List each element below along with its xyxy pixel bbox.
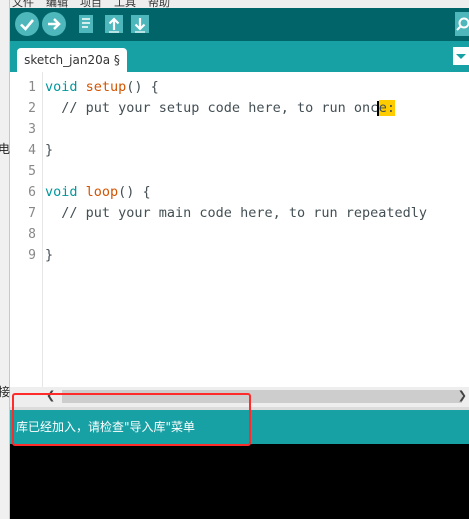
side-text-1: 电 (0, 142, 11, 156)
serial-monitor-button[interactable] (455, 12, 469, 36)
arrow-up-icon (105, 15, 123, 33)
line-number: 9 (28, 248, 36, 263)
arrow-down-icon (131, 15, 149, 33)
tab-sketch[interactable]: sketch_jan20a § (17, 48, 127, 72)
menubar: 文件 编辑 项目 工具 帮助 (10, 0, 469, 8)
code-editor[interactable]: 1 2 3 4 5 6 7 8 9 void setup() { // put … (10, 72, 469, 387)
highlighted-text: e: (378, 100, 396, 116)
save-button[interactable] (130, 12, 150, 36)
code-line-2: // put your setup code here, to run once… (45, 98, 396, 119)
new-file-icon (79, 15, 93, 33)
menu-help[interactable]: 帮助 (148, 0, 170, 8)
highlight-annotation-box (12, 393, 251, 446)
code-text: () { (118, 184, 151, 200)
code-line-9: } (45, 247, 54, 263)
function-name: loop (85, 184, 119, 200)
line-number: 1 (28, 80, 36, 95)
line-number: 5 (28, 164, 36, 179)
code-line-7: // put your main code here, to run repea… (45, 205, 428, 221)
open-button[interactable] (104, 12, 124, 36)
code-text: () { (126, 79, 159, 95)
function-name: setup (85, 79, 127, 95)
chevron-down-icon (456, 54, 466, 59)
code-line-4: } (45, 142, 54, 158)
arrow-right-icon (48, 18, 61, 30)
line-number: 3 (28, 122, 36, 137)
upload-button[interactable] (42, 12, 66, 36)
scroll-right-icon[interactable]: ❯ (458, 389, 467, 402)
line-number: 6 (28, 185, 36, 200)
tab-bar: sketch_jan20a § (10, 41, 469, 72)
keyword: void (45, 184, 78, 200)
menu-tools[interactable]: 工具 (114, 0, 136, 8)
code-line-1: void setup() { (45, 77, 159, 98)
line-number: 4 (28, 143, 36, 158)
magnifier-icon (456, 17, 469, 31)
line-number-gutter: 1 2 3 4 5 6 7 8 9 (10, 72, 43, 387)
side-text-2: 接 (0, 385, 11, 399)
toolbar (10, 8, 469, 41)
menu-file[interactable]: 文件 (12, 0, 34, 8)
menu-sketch[interactable]: 项目 (80, 0, 102, 8)
line-number: 8 (28, 227, 36, 242)
comment: // put your setup code here, to run onc (45, 100, 379, 116)
keyword: void (45, 79, 78, 95)
line-number: 2 (28, 101, 36, 116)
code-line-6: void loop() { (45, 182, 151, 203)
console-output[interactable] (10, 444, 469, 519)
new-sketch-button[interactable] (76, 12, 96, 36)
menu-edit[interactable]: 编辑 (46, 0, 68, 8)
verify-button[interactable] (15, 12, 39, 36)
check-icon (20, 19, 34, 31)
line-number: 7 (28, 206, 36, 221)
tab-menu-button[interactable] (453, 47, 469, 65)
left-window-strip: 电 接 (0, 0, 10, 519)
